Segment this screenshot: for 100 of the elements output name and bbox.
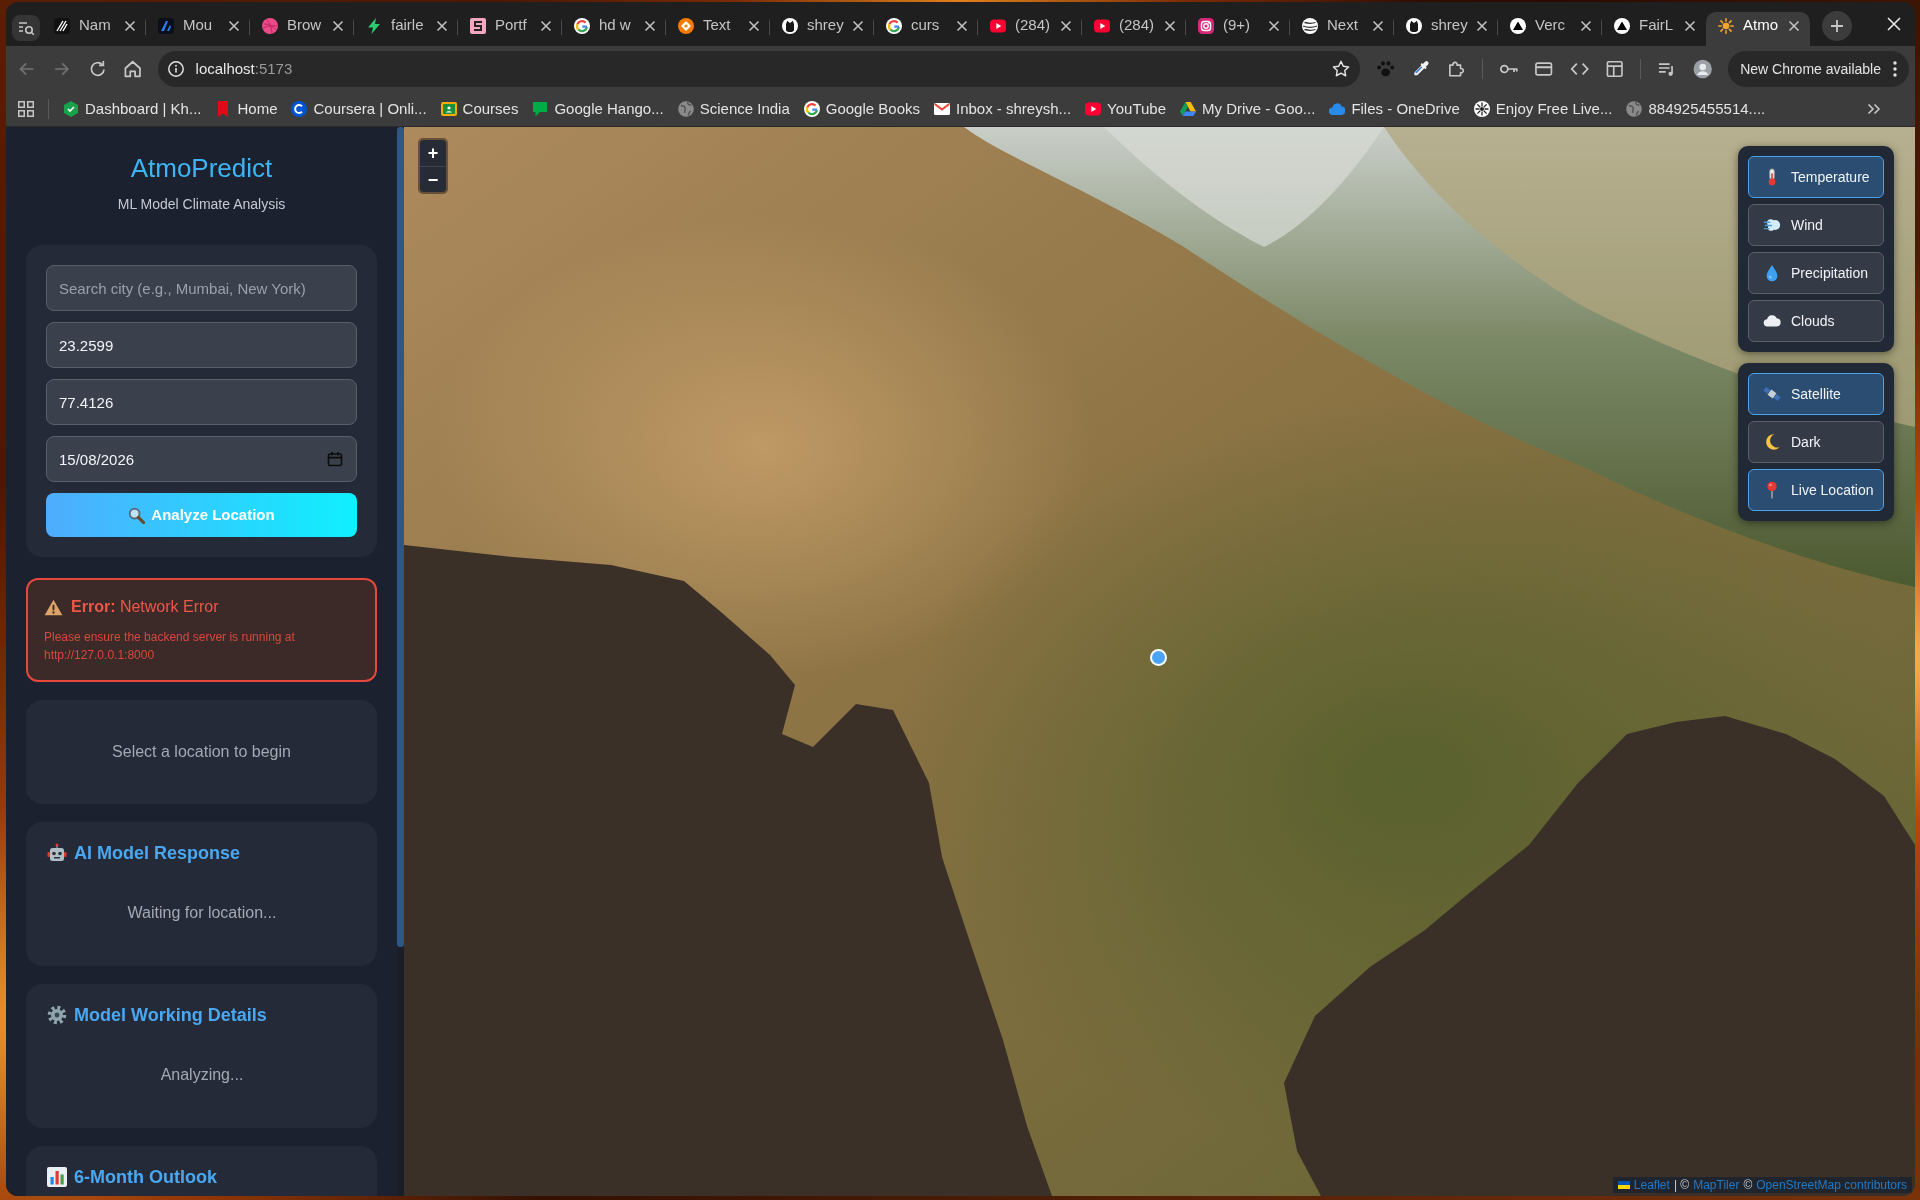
bookmark[interactable]: Google Books <box>803 97 920 121</box>
stripes-icon <box>54 17 70 34</box>
bookmark[interactable]: 884925455514.... <box>1626 97 1766 121</box>
layer-button[interactable]: Precipitation <box>1748 252 1884 294</box>
address-bar[interactable]: localhost:5173 <box>157 51 1360 87</box>
close-icon[interactable] <box>436 19 448 32</box>
close-icon[interactable] <box>748 19 760 32</box>
layout-icon[interactable] <box>1604 59 1625 79</box>
bookmark[interactable]: My Drive - Goo... <box>1180 97 1316 121</box>
ring-icon <box>803 101 820 117</box>
plus-icon[interactable] <box>1822 11 1852 41</box>
play-icon <box>1085 101 1102 117</box>
hexagon-icon <box>63 101 79 117</box>
bookmark[interactable]: Dashboard | Kh... <box>63 97 202 121</box>
avatar-icon[interactable] <box>1692 59 1713 79</box>
striped-circle-icon <box>1302 17 1318 34</box>
bookmark[interactable]: Courses <box>440 97 519 121</box>
warning-icon <box>44 598 63 616</box>
wedge-icon <box>158 17 174 34</box>
credit-card-icon[interactable] <box>1534 59 1554 79</box>
error-message: Please ensure the backend server is running at http://127.0.0.1:8000 <box>44 629 296 664</box>
panel-text: Analyzing... <box>160 1065 244 1085</box>
puzzle-icon[interactable] <box>1446 59 1466 79</box>
globe-icon <box>1626 101 1643 117</box>
panel-heading: 6-Month Outlook <box>74 1166 217 1188</box>
diamond-icon <box>678 17 694 34</box>
layer-button[interactable]: Satellite <box>1748 373 1884 415</box>
attribution-text: | © <box>1673 1177 1690 1193</box>
close-icon[interactable] <box>852 19 864 32</box>
close-icon[interactable] <box>1788 19 1800 32</box>
close-icon[interactable] <box>1268 19 1280 32</box>
close-icon[interactable] <box>1164 19 1176 32</box>
more-icon[interactable] <box>1893 61 1897 77</box>
info-icon[interactable] <box>167 61 184 77</box>
panel-heading: Model Working Details <box>74 1004 267 1026</box>
play-icon <box>1094 17 1110 34</box>
layer-button[interactable]: Wind <box>1748 204 1884 246</box>
date-field[interactable]: 15/08/2026 <box>46 436 357 482</box>
bookmark[interactable]: Google Hango... <box>532 97 664 121</box>
camera-icon <box>1198 17 1214 34</box>
attribution-text: © <box>1743 1177 1753 1193</box>
close-icon[interactable] <box>1060 19 1072 32</box>
search-field[interactable]: Search city (e.g., Mumbai, New York) <box>46 265 357 311</box>
close-icon[interactable] <box>956 19 968 32</box>
triangle-icon <box>1180 101 1196 117</box>
flag-icon <box>1617 1181 1630 1189</box>
close-icon[interactable] <box>1476 19 1488 32</box>
bookmark[interactable]: Science India <box>677 97 790 121</box>
star-icon[interactable] <box>1331 60 1350 78</box>
app-subtitle: ML Model Climate Analysis <box>116 196 287 213</box>
chat-bubble-icon <box>532 101 549 117</box>
tab-search-icon[interactable] <box>12 15 40 41</box>
bookmark[interactable]: Home <box>215 97 278 121</box>
ring-icon <box>574 17 590 34</box>
tile-icon <box>470 17 486 34</box>
close-icon[interactable] <box>1684 19 1696 32</box>
error-title: Error: Network Error <box>71 597 219 617</box>
wheel-icon <box>1473 101 1490 117</box>
longitude-field[interactable]: 77.4126 <box>46 379 357 425</box>
cat-icon <box>782 17 798 34</box>
apps-grid-icon[interactable] <box>18 101 34 117</box>
layer-button[interactable]: Dark <box>1748 421 1884 463</box>
bookmark[interactable]: Coursera | Onli... <box>291 97 427 121</box>
browser-tab[interactable]: FairL <box>1602 12 1706 46</box>
bookmark[interactable]: Enjoy Free Live... <box>1473 97 1613 121</box>
close-icon[interactable] <box>644 19 656 32</box>
play-icon <box>990 17 1006 34</box>
layer-button[interactable]: Temperature <box>1748 156 1884 198</box>
board-icon <box>440 101 457 117</box>
close-icon[interactable] <box>1372 19 1384 32</box>
close-icon[interactable] <box>228 19 240 32</box>
double-chevron-icon[interactable] <box>1867 103 1881 115</box>
bookmark[interactable]: YouTube <box>1085 97 1166 121</box>
zoom-out-button[interactable]: − <box>420 166 446 192</box>
home-icon[interactable] <box>123 59 143 79</box>
ball-icon <box>262 17 278 34</box>
arc-icon <box>291 101 308 117</box>
robot-icon <box>47 843 67 863</box>
cloud-icon <box>1329 101 1346 117</box>
update-button[interactable]: New Chrome available <box>1728 51 1909 87</box>
close-icon[interactable] <box>1580 19 1592 32</box>
close-icon[interactable] <box>540 19 552 32</box>
bookmark[interactable]: Files - OneDrive <box>1329 97 1460 121</box>
latitude-field[interactable]: 23.2599 <box>46 322 357 368</box>
satellite-icon <box>1763 385 1781 403</box>
status-text: Select a location to begin <box>112 742 291 762</box>
app-title: AtmoPredict <box>129 153 274 184</box>
envelope-icon <box>934 101 950 117</box>
close-icon[interactable] <box>332 19 344 32</box>
browser-tab[interactable]: Atmo <box>1706 12 1810 46</box>
zoom-in-button[interactable]: + <box>420 140 446 166</box>
bookmark[interactable]: Inbox - shreysh... <box>934 97 1072 121</box>
close-icon[interactable] <box>124 19 136 32</box>
layer-button[interactable]: Clouds <box>1748 300 1884 342</box>
lightning-icon <box>366 17 382 34</box>
scrollbar-thumb[interactable] <box>397 127 404 947</box>
live-location-button[interactable]: Live Location <box>1748 469 1884 511</box>
satellite-map-drawing[interactable] <box>404 127 1915 1196</box>
search-icon <box>128 506 146 524</box>
panel-heading: AI Model Response <box>74 842 241 864</box>
